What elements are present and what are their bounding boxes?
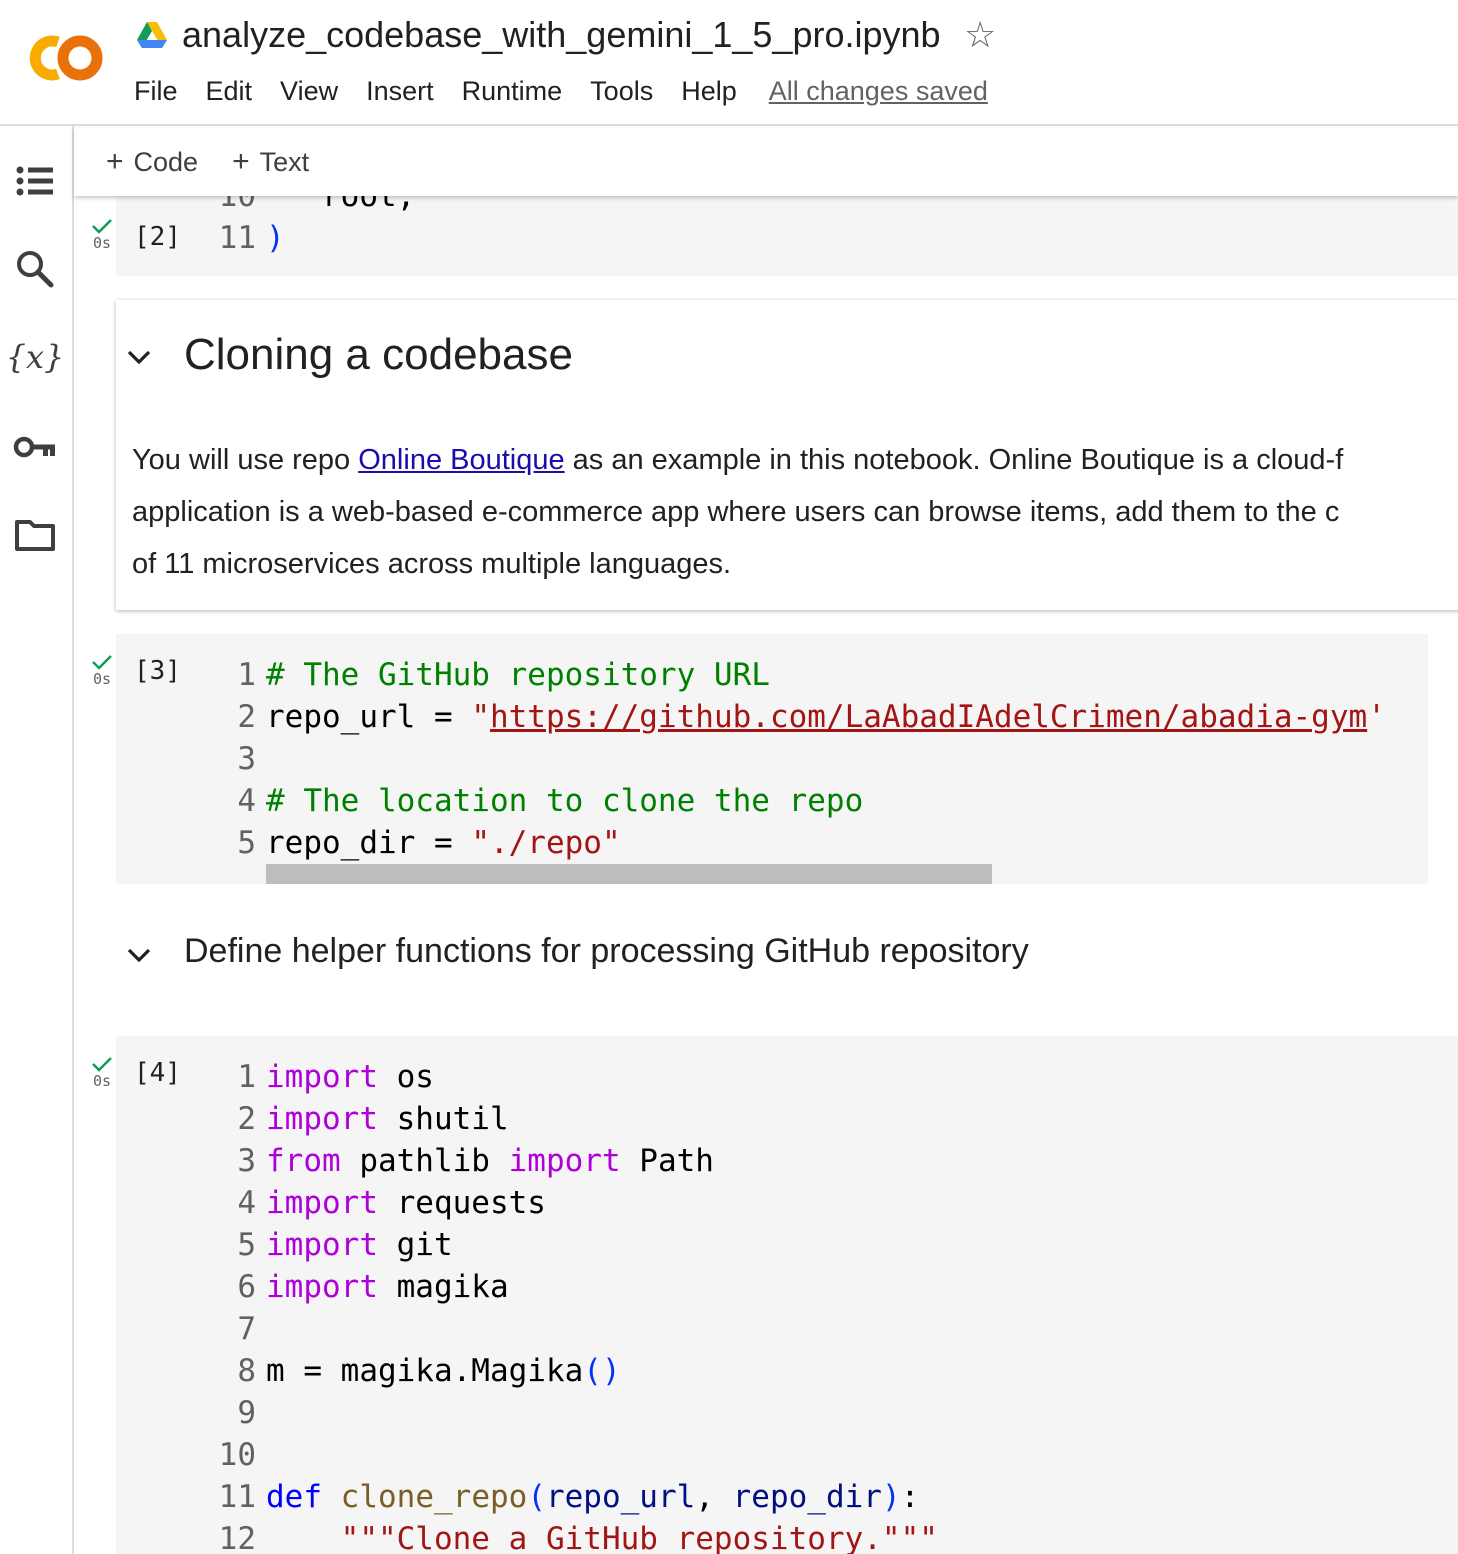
code-line: 8m = magika.Magika() — [237, 1353, 621, 1389]
plus-icon: + — [106, 145, 124, 178]
search-icon[interactable] — [12, 246, 58, 292]
code-line: 4 # The location to clone the repo — [237, 783, 864, 819]
files-folder-icon[interactable] — [12, 512, 58, 558]
code-line: 6 import magika — [237, 1269, 509, 1305]
save-status[interactable]: All changes saved — [769, 76, 988, 107]
code-line: 1 import os — [237, 1059, 434, 1095]
run-time: 0s — [92, 1072, 112, 1090]
section-heading: Cloning a codebase — [184, 330, 573, 379]
online-boutique-link[interactable]: Online Boutique — [358, 444, 564, 476]
add-code-label: Code — [133, 146, 199, 177]
menu-insert[interactable]: Insert — [366, 76, 434, 107]
code-line: 3 from pathlib import Path — [237, 1143, 714, 1179]
execution-count: [3] — [134, 656, 181, 686]
menu-file[interactable]: File — [134, 76, 178, 107]
secrets-key-icon[interactable] — [12, 424, 58, 470]
plus-icon: + — [232, 145, 250, 178]
code-line: 9 — [237, 1395, 256, 1431]
chevron-down-icon[interactable] — [126, 946, 152, 964]
code-line: 7 — [237, 1311, 256, 1347]
menu-runtime[interactable]: Runtime — [462, 76, 563, 107]
add-code-cell-button[interactable]: + Code — [106, 145, 198, 179]
code-line: 11) — [218, 220, 285, 256]
chevron-down-icon[interactable] — [126, 348, 152, 366]
code-line: 1 # The GitHub repository URL — [237, 657, 770, 693]
table-of-contents-icon[interactable] — [12, 158, 58, 204]
check-icon — [92, 219, 112, 234]
code-line: 10 — [218, 1437, 256, 1473]
run-time: 0s — [92, 234, 112, 252]
run-time: 0s — [92, 670, 112, 688]
run-status[interactable]: 0s — [82, 218, 122, 252]
code-editor[interactable]: 1 import os 2 import shutil 3 from pathlib … — [216, 1056, 938, 1554]
code-line: 5 repo_dir = "./repo" — [237, 825, 621, 861]
code-line: 2 repo_url = "https://github.com/LaAbadIA… — [237, 699, 1386, 735]
code-cell-4[interactable]: 1 import os 2 import shutil 3 from pathlib … — [116, 1036, 1458, 1554]
check-icon — [92, 655, 112, 670]
menu-tools[interactable]: Tools — [590, 76, 653, 107]
menu-view[interactable]: View — [280, 76, 338, 107]
menu-bar: File Edit View Insert Runtime Tools Help… — [134, 76, 988, 107]
notebook-title[interactable]: analyze_codebase_with_gemini_1_5_pro.ipy… — [182, 14, 941, 56]
notebook-content: 10 root, 11) 0s [2] Cloning a codebase Y… — [74, 196, 1458, 1554]
code-line: 12 """Clone a GitHub repository.""" — [218, 1521, 938, 1554]
code-line: 4 import requests — [237, 1185, 546, 1221]
text-cell-cloning[interactable]: Cloning a codebase You will use repo Onl… — [116, 300, 1458, 610]
execution-count: [2] — [134, 222, 181, 252]
text-cell-helper-functions[interactable]: Define helper functions for processing G… — [116, 914, 1458, 1004]
notebook-toolbar: + Code + Text — [74, 128, 1458, 196]
star-icon[interactable]: ☆ — [964, 14, 996, 56]
code-line: 5 import git — [237, 1227, 453, 1263]
add-text-label: Text — [259, 146, 310, 177]
menu-edit[interactable]: Edit — [206, 76, 253, 107]
code-cell-2[interactable]: 10 root, 11) — [116, 196, 1458, 276]
menu-help[interactable]: Help — [681, 76, 737, 107]
add-text-cell-button[interactable]: + Text — [232, 145, 309, 179]
code-line: 11 def clone_repo(repo_url, repo_dir): — [218, 1479, 920, 1515]
markdown-paragraph: You will use repo Online Boutique as an … — [132, 444, 1344, 580]
left-sidebar: {𝑥} — [0, 126, 74, 1554]
run-status[interactable]: 0s — [82, 1056, 122, 1090]
google-drive-icon[interactable] — [136, 20, 168, 50]
code-line: 2 import shutil — [237, 1101, 509, 1137]
horizontal-scrollbar[interactable] — [266, 864, 992, 884]
code-line: 3 — [237, 741, 256, 777]
code-cell-3[interactable]: 1 # The GitHub repository URL 2 repo_url =… — [116, 634, 1428, 884]
variables-icon[interactable]: {𝑥} — [6, 334, 65, 380]
execution-count: [4] — [134, 1058, 181, 1088]
check-icon — [92, 1057, 112, 1072]
code-editor[interactable]: 10 root, 11) — [216, 196, 416, 259]
colab-logo[interactable]: CO — [18, 28, 108, 88]
run-status[interactable]: 0s — [82, 654, 122, 688]
code-line: 10 root, — [218, 196, 416, 214]
app-header: CO analyze_codebase_with_gemini_1_5_pro.… — [0, 0, 1458, 126]
code-editor[interactable]: 1 # The GitHub repository URL 2 repo_url =… — [216, 654, 1386, 864]
section-heading: Define helper functions for processing G… — [184, 932, 1029, 970]
